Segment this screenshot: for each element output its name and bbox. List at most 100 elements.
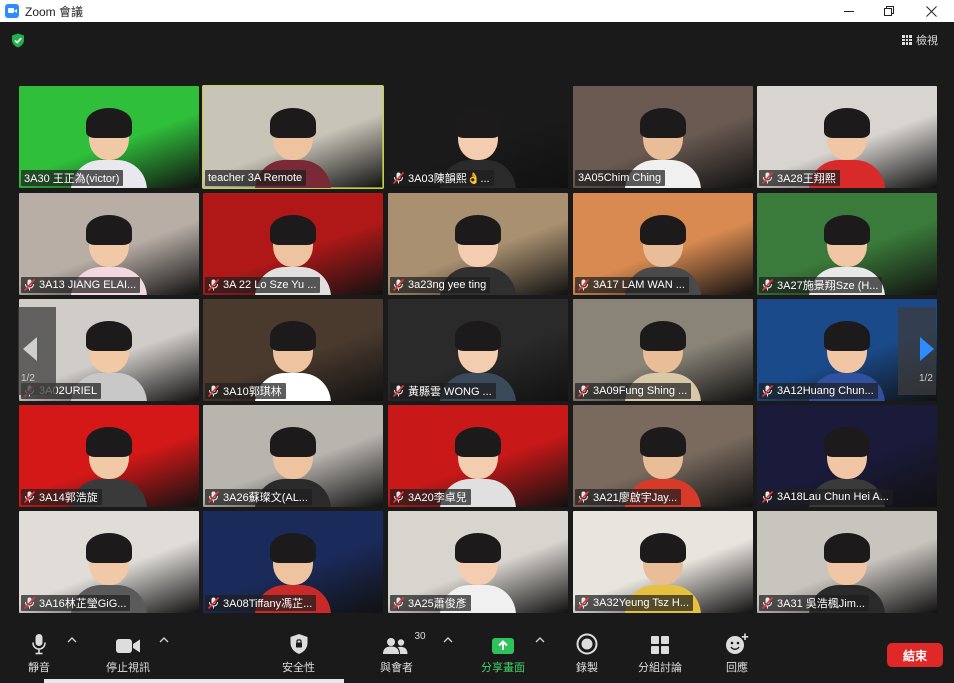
participants-button[interactable]: 30 與會者 <box>380 631 426 675</box>
muted-microphone-icon <box>578 491 589 503</box>
shield-check-icon[interactable] <box>11 33 25 48</box>
participant-tile[interactable]: 3a23ng yee ting <box>388 193 568 295</box>
muted-microphone-icon <box>762 172 773 184</box>
participant-tile[interactable]: 3A32Yeung Tsz H... <box>573 511 753 613</box>
muted-microphone-icon <box>208 491 219 503</box>
participant-tile[interactable]: 3A 22 Lo Sze Yu ... <box>203 193 383 295</box>
reactions-label: 回應 <box>726 662 748 674</box>
grid-icon <box>902 35 912 45</box>
participant-tile[interactable]: 3A28王翔熙 <box>757 86 937 188</box>
participant-nameplate: 3A28王翔熙 <box>759 170 840 186</box>
participant-name: 3A10郭琪林 <box>223 386 282 398</box>
participant-tile[interactable]: 3A09Fung Shing ... <box>573 299 753 401</box>
audio-options-caret[interactable] <box>66 635 78 645</box>
record-button[interactable]: 錄製 <box>576 631 598 675</box>
participant-name: 3A30 王正為(victor) <box>24 173 120 185</box>
zoom-meeting-window: { "window": { "title": "Zoom 會議", "icon"… <box>0 0 954 683</box>
participant-tile[interactable]: 3A25蕭俊彥 <box>388 511 568 613</box>
share-screen-label: 分享畫面 <box>481 662 525 674</box>
participant-nameplate: 3A 22 Lo Sze Yu ... <box>205 277 321 293</box>
participant-tile[interactable]: 3A17 LAM WAN ... <box>573 193 753 295</box>
participant-tile[interactable]: 3A31 吳浩楓Jim... <box>757 511 937 613</box>
zoom-app-icon <box>5 4 19 18</box>
participants-options-caret[interactable] <box>442 635 454 645</box>
participant-name: 3A27施景翔Sze (H... <box>777 280 879 292</box>
video-options-caret[interactable] <box>158 635 170 645</box>
meeting-toolbar: 靜音 停止視訊 安全性 30 與會者 分享畫面 錄製 分組討論 回應 <box>0 625 954 683</box>
participants-count: 30 <box>414 631 426 642</box>
close-button[interactable] <box>908 0 954 22</box>
participant-tile[interactable]: 3A14郭浩旋 <box>19 405 199 507</box>
participant-tile[interactable]: 3A20李卓兒 <box>388 405 568 507</box>
mute-button[interactable]: 靜音 <box>28 631 50 675</box>
participant-name: 3A20李卓兒 <box>408 492 467 504</box>
participant-tile[interactable]: 3A30 王正為(victor) <box>19 86 199 188</box>
shield-icon <box>290 634 307 654</box>
participant-name: 3A25蕭俊彥 <box>408 598 467 610</box>
participant-tile[interactable]: 黃縣雲 WONG ... <box>388 299 568 401</box>
participant-tile[interactable]: 3A10郭琪林 <box>203 299 383 401</box>
participant-nameplate: 3A12Huang Chun... <box>759 383 878 399</box>
participant-nameplate: 3A09Fung Shing ... <box>575 383 692 399</box>
participant-name: 3A13 JIANG ELAI... <box>39 279 137 291</box>
end-meeting-button[interactable]: 結束 <box>887 643 943 667</box>
breakout-rooms-button[interactable]: 分組討論 <box>638 631 682 675</box>
participant-tile[interactable]: 3A03陳韻熙👌... <box>388 86 568 188</box>
participant-nameplate: 3A21廖啟宇Jay... <box>575 489 682 505</box>
participant-name: 3A 22 Lo Sze Yu ... <box>223 279 317 291</box>
muted-microphone-icon <box>393 279 404 291</box>
muted-microphone-icon <box>24 279 35 291</box>
muted-microphone-icon <box>393 172 404 184</box>
microphone-icon <box>32 634 46 655</box>
page-indicator-right: 1/2 <box>919 373 933 384</box>
participant-name: 3A31 吳浩楓Jim... <box>777 598 866 610</box>
window-title: Zoom 會議 <box>25 4 84 19</box>
muted-microphone-icon <box>393 385 404 397</box>
participant-nameplate: 3A14郭浩旋 <box>21 489 102 505</box>
restore-icon <box>883 5 894 16</box>
view-label: 檢視 <box>916 35 938 47</box>
participant-tile[interactable]: teacher 3A Remote <box>202 85 384 189</box>
close-icon <box>925 5 937 17</box>
participant-tile[interactable]: 3A26蘇璨文(AL... <box>203 405 383 507</box>
participant-name: teacher 3A Remote <box>208 172 303 184</box>
security-button[interactable]: 安全性 <box>282 631 315 675</box>
participant-tile[interactable]: 3A05Chim Ching <box>573 86 753 188</box>
stop-video-label: 停止視訊 <box>106 662 150 674</box>
stop-video-button[interactable]: 停止視訊 <box>106 631 150 675</box>
participant-name: 3A18Lau Chun Hei A... <box>777 491 889 503</box>
muted-microphone-icon <box>208 279 219 291</box>
muted-microphone-icon <box>762 279 773 291</box>
participant-tile[interactable]: 3A13 JIANG ELAI... <box>19 193 199 295</box>
participant-tile[interactable]: 3A16林芷瑩GiG... <box>19 511 199 613</box>
next-page-button[interactable]: 1/2 <box>898 307 936 395</box>
participant-name: 3A03陳韻熙👌... <box>408 173 490 185</box>
participant-nameplate: 3A25蕭俊彥 <box>390 595 471 611</box>
muted-microphone-icon <box>578 597 589 609</box>
participant-nameplate: 3A16林芷瑩GiG... <box>21 595 131 611</box>
muted-microphone-icon <box>578 385 589 397</box>
participant-tile[interactable]: 3A18Lau Chun Hei A... <box>757 405 937 507</box>
share-screen-icon <box>492 638 514 654</box>
view-button[interactable]: 檢視 <box>902 32 938 48</box>
minimize-icon <box>844 11 854 12</box>
participant-tile[interactable]: 3A27施景翔Sze (H... <box>757 193 937 295</box>
participant-name: 3A16林芷瑩GiG... <box>39 598 127 610</box>
reactions-button[interactable]: 回應 <box>725 631 749 675</box>
arrow-left-icon <box>23 337 37 361</box>
share-screen-button[interactable]: 分享畫面 <box>481 631 525 675</box>
record-icon <box>576 633 598 655</box>
muted-microphone-icon <box>208 597 219 609</box>
participant-name: 3a23ng yee ting <box>408 279 487 291</box>
muted-microphone-icon <box>393 597 404 609</box>
participant-tile[interactable]: 3A21廖啟宇Jay... <box>573 405 753 507</box>
participant-name: 3A08Tiffany馮芷... <box>223 598 313 610</box>
participant-tile[interactable]: 3A08Tiffany馮芷... <box>203 511 383 613</box>
breakout-rooms-icon <box>651 636 669 654</box>
security-label: 安全性 <box>282 662 315 674</box>
share-options-caret[interactable] <box>534 635 546 645</box>
chevron-up-icon <box>159 637 169 643</box>
participant-nameplate: 3A20李卓兒 <box>390 489 471 505</box>
previous-page-button[interactable]: 1/2 <box>18 307 56 395</box>
restore-button[interactable] <box>866 0 912 22</box>
